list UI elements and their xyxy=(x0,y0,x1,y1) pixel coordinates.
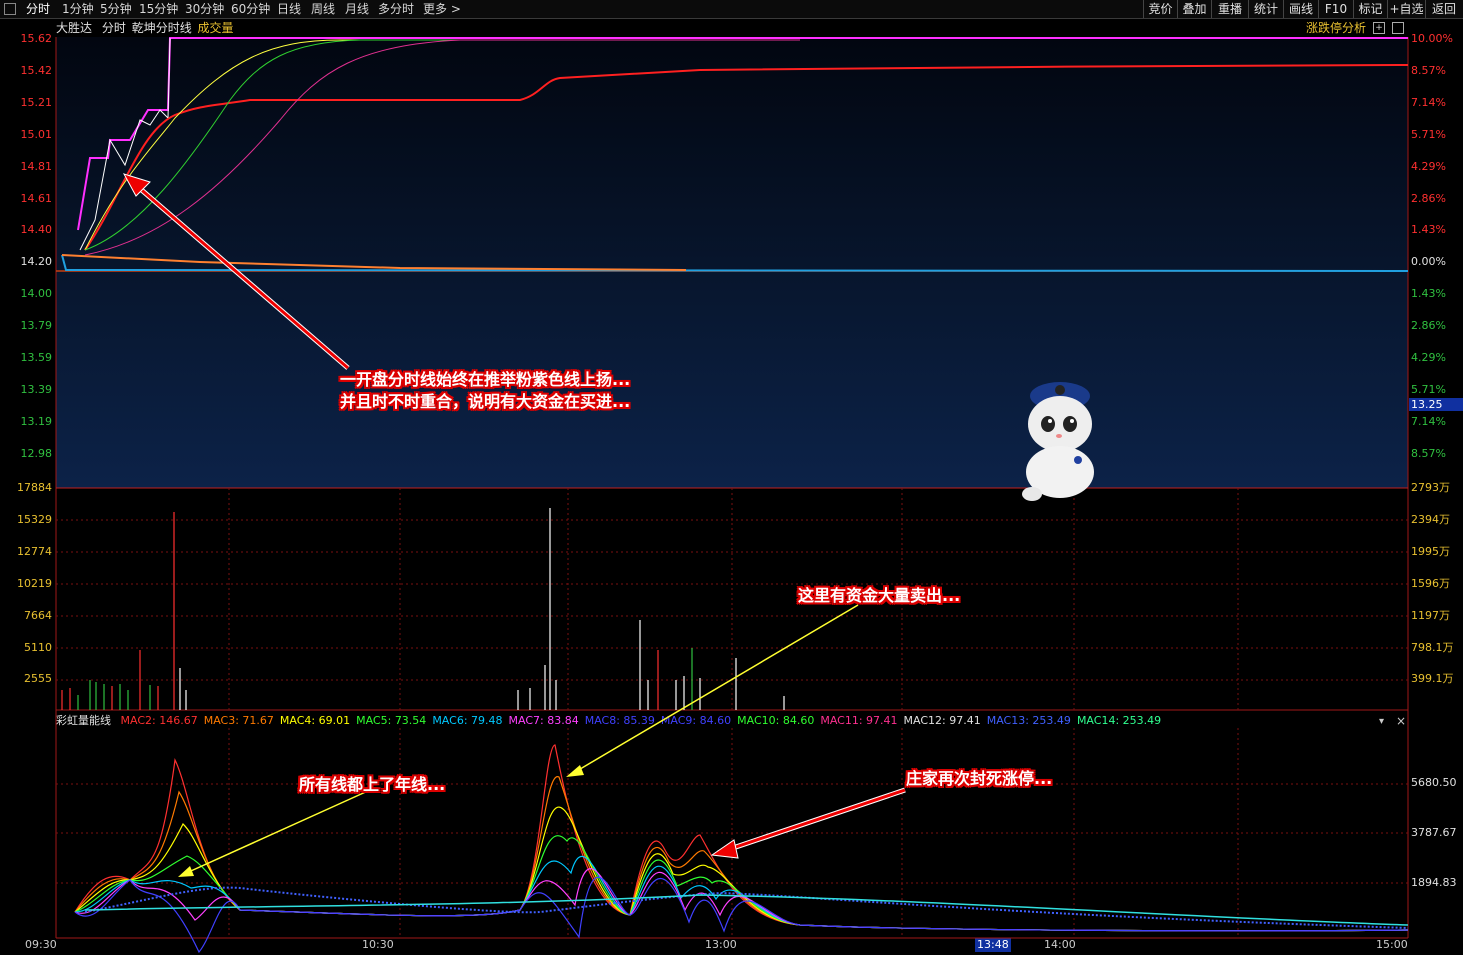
indicator-line-dotted xyxy=(84,886,1409,929)
indicator-line xyxy=(74,806,1409,932)
indicator-line xyxy=(74,776,1409,932)
arrow-buying xyxy=(129,178,349,370)
arrow-head-all-lines xyxy=(178,866,194,877)
indicator-line xyxy=(74,876,1409,954)
annotation-limit-up: 庄家再次封死涨停... xyxy=(906,769,1053,788)
annotation-buying-line1: 一开盘分时线始终在推举粉紫色线上扬... xyxy=(340,370,631,389)
annotation-buying-line2: 并且时不时重合，说明有大资金在买进... xyxy=(340,392,631,411)
arrow-selling xyxy=(569,604,859,776)
price-line-pink xyxy=(84,39,800,256)
annotation-all-lines: 所有线都上了年线... xyxy=(299,775,446,794)
chart-canvas xyxy=(55,37,1409,954)
cat-mascot-image xyxy=(1012,374,1112,504)
arrow-limit-up xyxy=(717,788,906,855)
arrow-head-selling xyxy=(566,765,584,777)
arrow-head-limit-up xyxy=(710,839,739,859)
orange-line xyxy=(61,254,687,271)
price-line-white xyxy=(79,37,171,251)
annotation-selling: 这里有资金大量卖出... xyxy=(798,586,961,605)
price-line-red xyxy=(84,64,1409,251)
price-line-green xyxy=(84,39,800,251)
annotation-buying: 一开盘分时线始终在推举粉紫色线上扬... 并且时不时重合，说明有大资金在买进..… xyxy=(340,369,630,413)
